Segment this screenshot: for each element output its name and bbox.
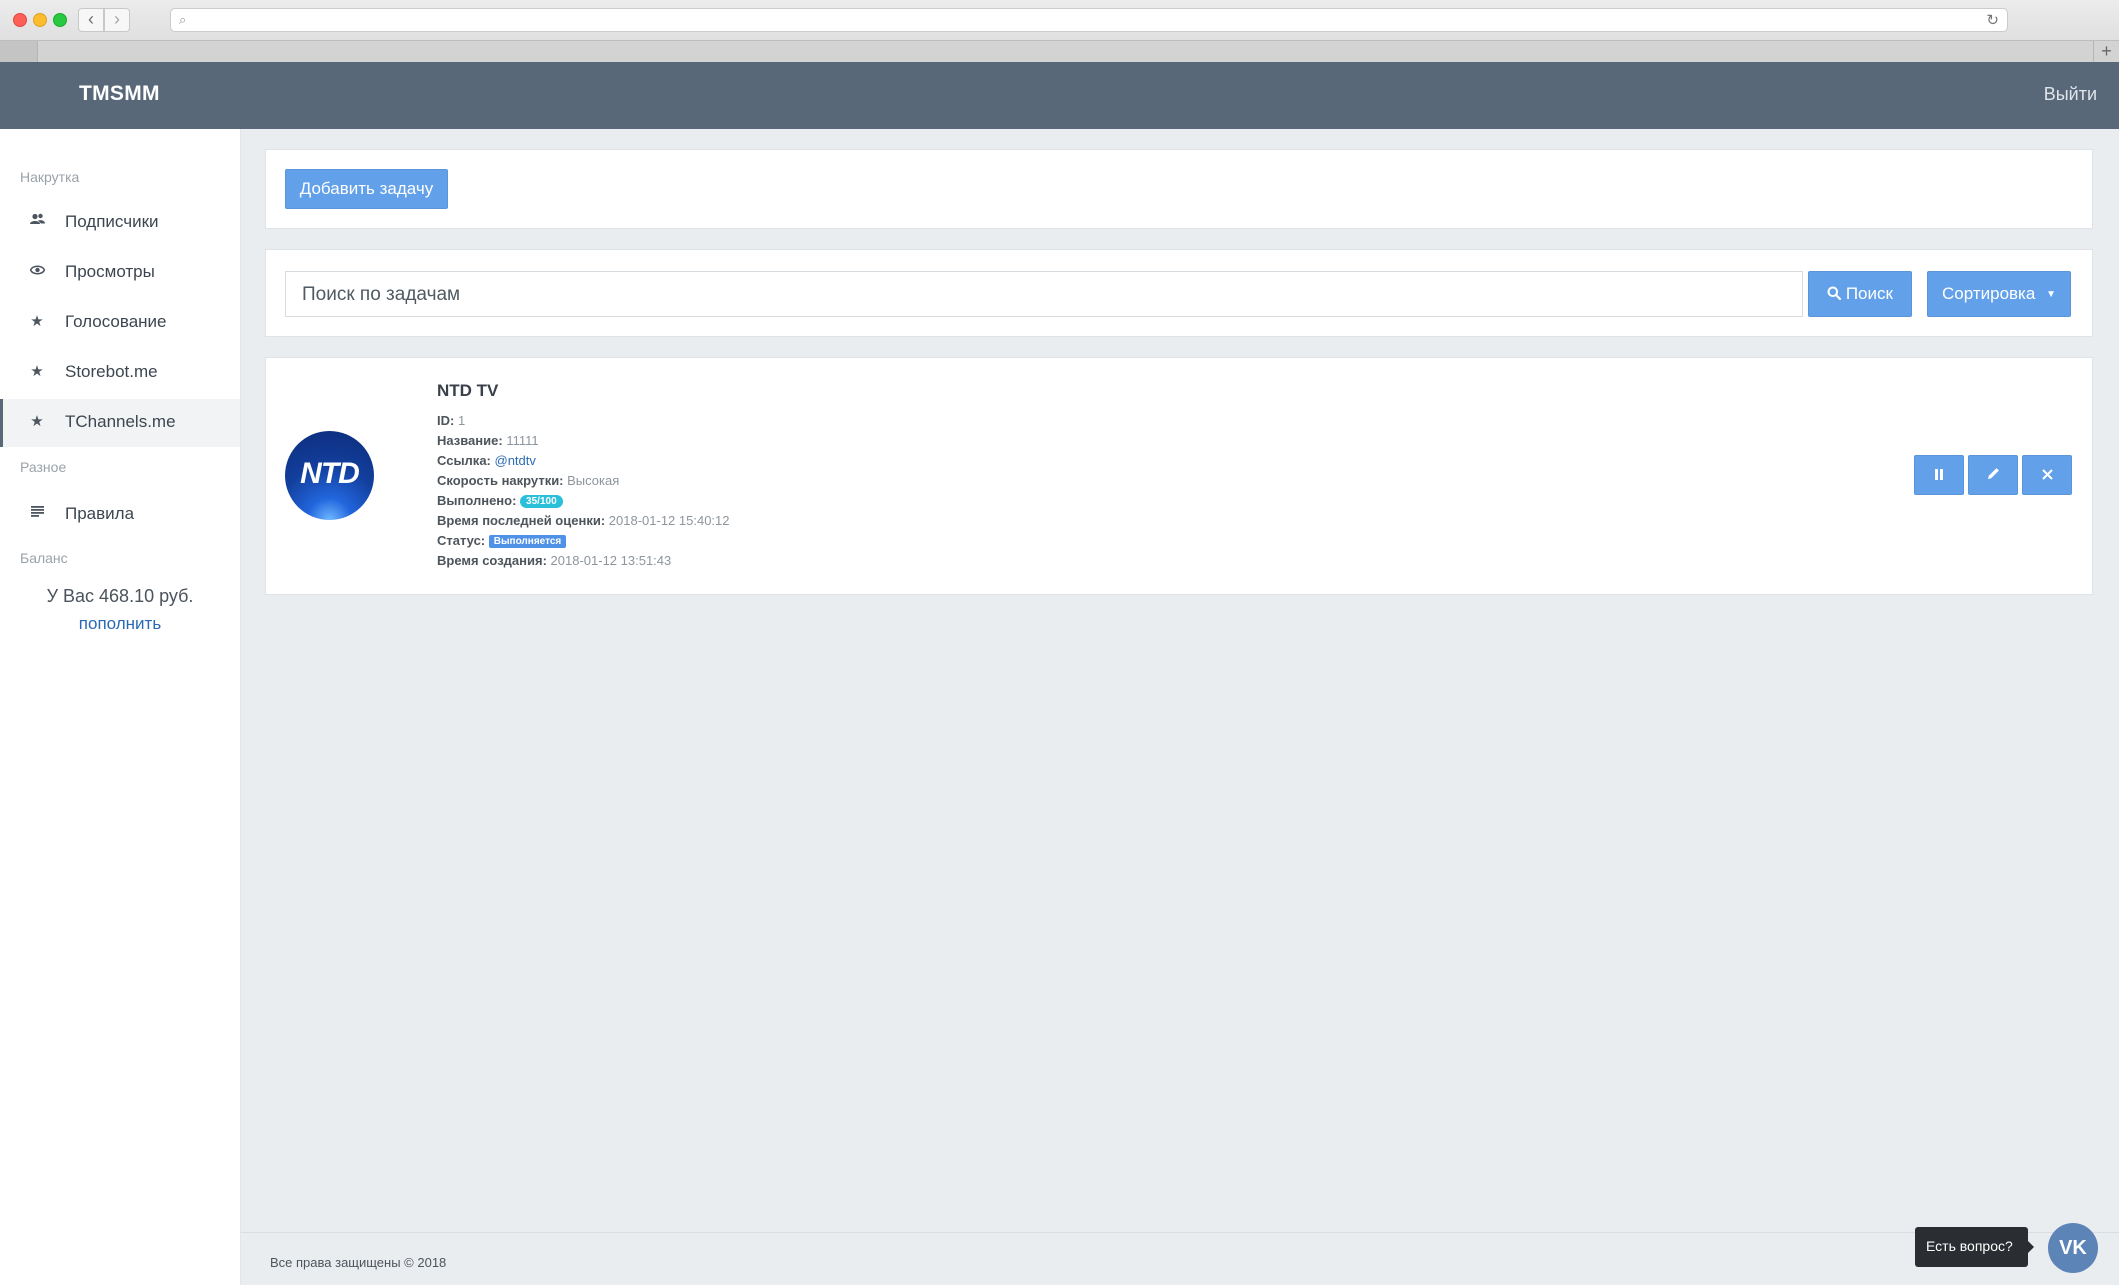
forward-button[interactable]: › [104, 8, 130, 32]
star-icon: ★ [30, 413, 44, 430]
toolbar-panel: Добавить задачу [265, 149, 2093, 229]
delete-button[interactable] [2022, 455, 2072, 495]
tooltip-text: Есть вопрос? [1926, 1238, 2013, 1254]
field-value: 2018-01-12 13:51:43 [550, 553, 672, 568]
chevron-left-icon: ‹ [88, 9, 94, 29]
caret-down-icon: ▼ [2046, 289, 2056, 300]
tab[interactable] [0, 41, 38, 62]
field-label: Статус: [437, 533, 486, 548]
task-link: Ссылка: @ntdtv [437, 453, 536, 468]
search-icon [1827, 284, 1846, 303]
back-button[interactable]: ‹ [78, 8, 104, 32]
task-title: NTD TV [437, 381, 499, 400]
list-icon [29, 504, 45, 521]
field-value: 1 [457, 413, 466, 428]
search-button[interactable]: Поиск [1808, 271, 1912, 317]
sort-dropdown[interactable]: Сортировка ▼ [1927, 271, 2071, 317]
search-icon: ⌕ [179, 12, 187, 27]
status-badge: Выполняется [488, 535, 567, 548]
vk-icon: VK [2059, 1237, 2087, 1259]
sidebar-item-label: Storebot.me [65, 362, 158, 381]
pause-icon [1934, 466, 1944, 483]
footer: Все права защищены © 2018 [241, 1232, 2119, 1285]
eye-icon [29, 262, 45, 279]
search-panel: Поиск по задачам Поиск Сортировка ▼ [265, 249, 2093, 337]
balance-amount: У Вас 468.10 руб. [46, 586, 194, 606]
channel-avatar: NTD [285, 431, 374, 520]
close-icon [2041, 466, 2053, 483]
sidebar-item-tchannels[interactable]: ★ TChannels.me [0, 399, 240, 447]
edit-button[interactable] [1968, 455, 2018, 495]
field-label: Время создания: [437, 553, 547, 568]
sidebar-item-label: Голосование [65, 312, 167, 331]
reload-icon[interactable]: ↻ [1986, 11, 1999, 29]
section-title-boost: Накрутка [20, 169, 80, 185]
task-id: ID: 1 [437, 413, 465, 428]
task-speed: Скорость накрутки: Высокая [437, 473, 619, 488]
channel-link[interactable]: @ntdtv [495, 453, 536, 468]
task-card: NTD NTD TV ID: 1 Название: 11111 Ссылка:… [265, 357, 2093, 595]
zoom-window-button[interactable] [53, 13, 67, 27]
pencil-icon [1987, 466, 2000, 483]
address-bar[interactable]: ⌕ ↻ [170, 8, 2008, 32]
sidebar: Накрутка Подписчики Просмотры ★ Голосова… [0, 129, 241, 1285]
add-task-button[interactable]: Добавить задачу [285, 169, 448, 209]
chevron-right-icon: › [114, 9, 120, 29]
sidebar-item-rules[interactable]: Правила [0, 491, 240, 539]
star-icon: ★ [30, 313, 44, 330]
task-status: Статус: Выполняется [437, 533, 567, 548]
field-value: 11111 [506, 433, 539, 448]
field-label: Название: [437, 433, 503, 448]
section-title-balance: Баланс [20, 550, 68, 566]
progress-badge: 35/100 [520, 495, 563, 508]
field-label: ID: [437, 413, 455, 428]
brand-logo[interactable]: TMSMM [79, 82, 160, 106]
close-window-button[interactable] [13, 13, 27, 27]
field-label: Выполнено: [437, 493, 517, 508]
sidebar-item-views[interactable]: Просмотры [0, 249, 240, 297]
star-icon: ★ [30, 363, 44, 380]
sort-label: Сортировка [1942, 284, 2036, 303]
logout-link[interactable]: Выйти [2044, 84, 2097, 105]
task-progress: Выполнено: 35/100 [437, 493, 563, 508]
copyright-text: Все права защищены © 2018 [270, 1255, 447, 1270]
avatar-logo-text: NTD [300, 457, 360, 490]
field-value: Высокая [567, 473, 620, 488]
app-header: TMSMM Выйти [0, 62, 2119, 129]
task-name: Название: 11111 [437, 433, 539, 448]
field-label: Ссылка: [437, 453, 491, 468]
sidebar-item-voting[interactable]: ★ Голосование [0, 299, 240, 347]
field-label: Скорость накрутки: [437, 473, 564, 488]
plus-icon: + [2101, 41, 2112, 61]
topup-link[interactable]: пополнить [0, 614, 240, 634]
sidebar-item-label: TChannels.me [65, 412, 176, 431]
field-label: Время последней оценки: [437, 513, 606, 528]
minimize-window-button[interactable] [33, 13, 47, 27]
sidebar-item-storebot[interactable]: ★ Storebot.me [0, 349, 240, 397]
search-button-label: Поиск [1845, 284, 1893, 303]
task-last-eval: Время последней оценки: 2018-01-12 15:40… [437, 513, 730, 528]
search-input[interactable]: Поиск по задачам [285, 271, 1803, 317]
users-icon [29, 212, 45, 229]
sidebar-item-subscribers[interactable]: Подписчики [0, 199, 240, 247]
field-value: 2018-01-12 15:40:12 [608, 513, 730, 528]
sidebar-item-label: Просмотры [65, 262, 155, 281]
question-tooltip: Есть вопрос? [1915, 1227, 2034, 1267]
sidebar-item-label: Правила [65, 504, 135, 523]
task-created: Время создания: 2018-01-12 13:51:43 [437, 553, 671, 568]
pause-button[interactable] [1914, 455, 1964, 495]
new-tab-button[interactable]: + [2093, 41, 2119, 62]
vk-chat-button[interactable]: VK [2048, 1223, 2098, 1273]
main-content: Добавить задачу Поиск по задачам Поиск С… [241, 129, 2119, 1285]
tab-strip: + [0, 40, 2119, 62]
browser-chrome: ‹ › ⌕ ↻ + [0, 0, 2119, 62]
tooltip-arrow [2028, 1241, 2034, 1253]
section-title-misc: Разное [20, 459, 67, 475]
sidebar-item-label: Подписчики [65, 212, 159, 231]
